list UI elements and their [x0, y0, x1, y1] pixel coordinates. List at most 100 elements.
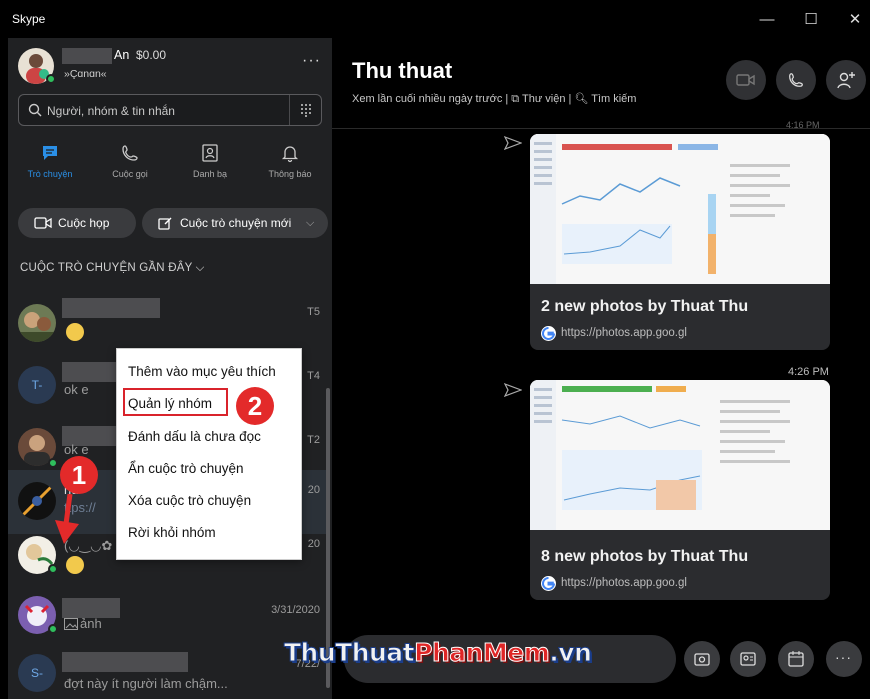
menu-item-manage-group[interactable]: Quản lý nhóm: [128, 396, 212, 411]
sent-icon: [504, 383, 522, 397]
schedule-button[interactable]: [778, 641, 814, 677]
contacts-icon: [202, 144, 218, 162]
last-message: đợt này ít người làm chậm...: [64, 676, 228, 691]
chevron-down-icon[interactable]: ⌵: [306, 208, 314, 238]
last-message: ok e: [64, 382, 89, 397]
new-chat-label: Cuộc trò chuyện mới: [180, 216, 292, 230]
watermark: ThuThuatPhanMem.vn: [283, 638, 592, 668]
contact-name-redacted: [62, 598, 120, 618]
conversation-item[interactable]: T5: [8, 292, 326, 356]
more-actions-button[interactable]: ···: [826, 641, 862, 677]
contact-avatar: [18, 482, 56, 520]
conversation-date: T5: [307, 306, 320, 318]
app-title: Skype: [12, 12, 46, 26]
contact-name-redacted: [62, 652, 188, 672]
title-bar: Skype — ☐ ✕: [0, 0, 870, 38]
gallery-button[interactable]: [684, 641, 720, 677]
phone-icon: [789, 73, 803, 87]
online-status-icon: [48, 624, 58, 634]
step-badge-2: 2: [236, 387, 274, 425]
search-box[interactable]: Người, nhóm & tin nhắn: [18, 94, 322, 126]
contact-card-icon: [740, 652, 756, 666]
google-icon: [541, 326, 556, 341]
meeting-button[interactable]: Cuộc họp: [18, 208, 136, 238]
conversation-date: T4: [307, 370, 320, 382]
video-call-button[interactable]: [726, 60, 766, 100]
tab-chats[interactable]: Trò chuyện: [10, 143, 90, 179]
link-card[interactable]: 8 new photos by Thuat Thu https://photos…: [530, 380, 830, 600]
contact-avatar: [18, 304, 56, 342]
menu-item-delete-chat[interactable]: Xóa cuộc trò chuyện: [128, 493, 251, 508]
contact-card-button[interactable]: [730, 641, 766, 677]
close-button[interactable]: ✕: [840, 8, 870, 32]
audio-call-button[interactable]: [776, 60, 816, 100]
more-options-icon[interactable]: ···: [302, 52, 321, 70]
chat-title[interactable]: Thu thuat: [352, 58, 452, 84]
card-title[interactable]: 2 new photos by Thuat Thu: [541, 298, 748, 316]
link-card[interactable]: 2 new photos by Thuat Thu https://photos…: [530, 134, 830, 350]
conversation-date: 20: [307, 538, 320, 550]
card-title[interactable]: 8 new photos by Thuat Thu: [541, 548, 748, 566]
compose-icon: [158, 217, 172, 230]
calendar-icon: [788, 651, 804, 667]
profile-header[interactable]: An $0.00 »Çɑnɑn« ···: [18, 46, 321, 86]
last-message: ok e: [64, 442, 89, 457]
contact-avatar: S-: [18, 654, 56, 692]
minimize-button[interactable]: —: [752, 8, 782, 32]
menu-item-leave-group[interactable]: Rời khỏi nhóm: [128, 525, 216, 540]
conversation-item[interactable]: S- đợt này ít người làm chậm... 7/22/: [8, 644, 326, 699]
contact-avatar: T-: [18, 366, 56, 404]
meeting-label: Cuộc họp: [58, 216, 110, 230]
tab-calls[interactable]: Cuộc gọi: [90, 143, 170, 179]
chat-icon: [43, 146, 57, 160]
last-message: ảnh: [80, 616, 102, 631]
phone-icon: [122, 145, 138, 161]
search-placeholder[interactable]: Người, nhóm & tin nhắn: [47, 104, 175, 118]
main-tabs: Trò chuyện Cuộc gọi Danh bạ Thông báo: [8, 143, 332, 193]
add-person-icon: [837, 72, 855, 89]
video-call-icon: [736, 74, 755, 86]
bell-icon: [281, 146, 299, 163]
add-people-button[interactable]: [826, 60, 866, 100]
chat-subtitle[interactable]: Xem lần cuối nhiều ngày trước | ⧉ Thư vi…: [352, 92, 636, 106]
conversation-date: T2: [307, 434, 320, 446]
tab-notifications-label: Thông báo: [268, 169, 312, 179]
card-preview-image[interactable]: [530, 380, 830, 530]
step-badge-1: 1: [60, 456, 98, 494]
card-preview-image[interactable]: [530, 134, 830, 284]
video-icon: [34, 217, 52, 229]
card-url[interactable]: https://photos.app.goo.gl: [561, 577, 687, 589]
new-chat-button[interactable]: Cuộc trò chuyện mới ⌵: [142, 208, 328, 238]
menu-item-add-favorite[interactable]: Thêm vào mục yêu thích: [128, 364, 276, 379]
tab-calls-label: Cuộc gọi: [112, 169, 148, 179]
maximize-button[interactable]: ☐: [796, 8, 826, 32]
sent-icon: [504, 136, 522, 150]
tab-contacts[interactable]: Danh bạ: [170, 143, 250, 179]
online-status-icon: [48, 564, 58, 574]
emoji-icon: [66, 323, 84, 341]
dialpad-button[interactable]: [289, 95, 321, 125]
emoji-icon: [66, 556, 84, 574]
image-icon: [64, 618, 78, 630]
menu-item-mark-unread[interactable]: Đánh dấu là chưa đọc: [128, 429, 261, 444]
conversation-date: 3/31/2020: [271, 604, 320, 616]
tab-chats-label: Trò chuyện: [27, 169, 73, 179]
chat-panel: Thu thuat Xem lần cuối nhiều ngày trước …: [332, 38, 870, 699]
profile-balance[interactable]: $0.00: [136, 48, 166, 62]
profile-name-redacted: [62, 48, 112, 64]
tab-contacts-label: Danh bạ: [192, 169, 228, 179]
context-menu: Thêm vào mục yêu thích Quản lý nhóm Đánh…: [116, 348, 302, 560]
profile-status[interactable]: »Çɑnɑn«: [64, 68, 107, 80]
online-status-icon: [48, 458, 58, 468]
tab-notifications[interactable]: Thông báo: [250, 143, 330, 179]
menu-item-hide-chat[interactable]: Ẩn cuộc trò chuyện: [128, 461, 244, 476]
conversation-date: 20: [307, 484, 320, 496]
gallery-icon: [694, 653, 710, 666]
online-status-icon: [46, 74, 56, 84]
message-timestamp: 4:26 PM: [788, 366, 829, 378]
dialpad-icon: [300, 104, 311, 117]
red-arrow-icon: [55, 494, 79, 544]
more-icon: ···: [835, 649, 852, 665]
card-url[interactable]: https://photos.app.goo.gl: [561, 327, 687, 339]
recent-chats-title[interactable]: CUỘC TRÒ CHUYỆN GẦN ĐÂY ⌵: [20, 262, 205, 275]
